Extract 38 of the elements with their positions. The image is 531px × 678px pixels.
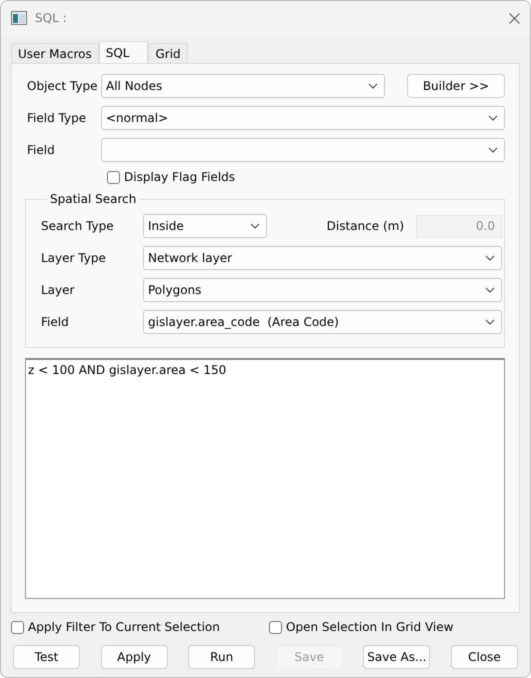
dropdown[interactable]: Polygons [143,278,502,302]
tab[interactable]: Grid [148,43,188,63]
group-title: Spatial Search [49,192,138,206]
field-label: Distance (m) [326,219,404,233]
field-label: Layer [41,283,76,297]
field-label: Field [26,143,56,157]
close-icon[interactable] [509,12,520,24]
dropdown[interactable]: <normal> [101,106,505,130]
chevron-down-icon [250,223,260,229]
field-label: Search Type [41,219,115,233]
checkbox[interactable]: Apply Filter To Current Selection [11,620,269,634]
tab[interactable]: User Macros [11,43,99,63]
builder-button[interactable]: Builder >> [407,74,505,98]
window-title: SQL : [35,11,68,25]
dropdown[interactable]: Inside [143,214,267,238]
query-editor[interactable]: z < 100 AND gislayer.area < 150 [25,358,505,599]
chevron-down-icon [485,255,495,261]
chevron-down-icon [485,319,495,325]
dialog-button[interactable]: Save As... [363,645,430,669]
checkbox[interactable]: Display Flag Fields [107,170,505,184]
dropdown[interactable]: Network layer [143,246,502,270]
dialog-button[interactable]: Test [13,645,80,669]
chevron-down-icon [368,83,378,89]
tab[interactable]: SQL [98,41,148,63]
field-label: Field [41,315,70,329]
window-icon [11,11,27,25]
dropdown[interactable]: All Nodes [101,74,385,98]
chevron-down-icon [488,115,498,121]
field-label: Object Type [26,79,98,93]
field-label: Layer Type [41,251,107,265]
dialog-button[interactable]: Run [188,645,256,669]
dropdown[interactable]: gislayer.area_code (Area Code) [143,310,502,334]
chevron-down-icon [485,287,495,293]
dialog-button[interactable]: Close [450,645,518,669]
chevron-down-icon [488,147,498,153]
field-label: Field Type [26,111,88,125]
checkbox[interactable]: Open Selection In Grid View [269,620,454,634]
dialog-button[interactable]: Apply [100,645,168,669]
